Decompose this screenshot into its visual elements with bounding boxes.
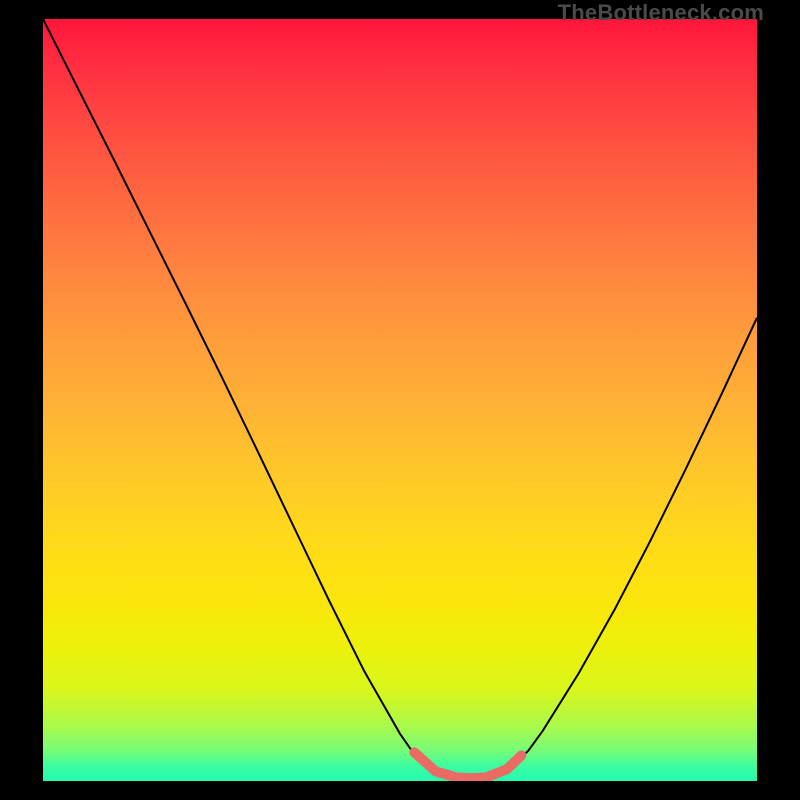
chart-svg <box>43 19 757 781</box>
watermark-text: TheBottleneck.com <box>558 0 764 26</box>
chart-frame: TheBottleneck.com <box>0 0 800 800</box>
optimal-range-highlight <box>414 752 521 778</box>
bottleneck-curve <box>43 19 757 780</box>
plot-gradient-background <box>43 19 757 781</box>
